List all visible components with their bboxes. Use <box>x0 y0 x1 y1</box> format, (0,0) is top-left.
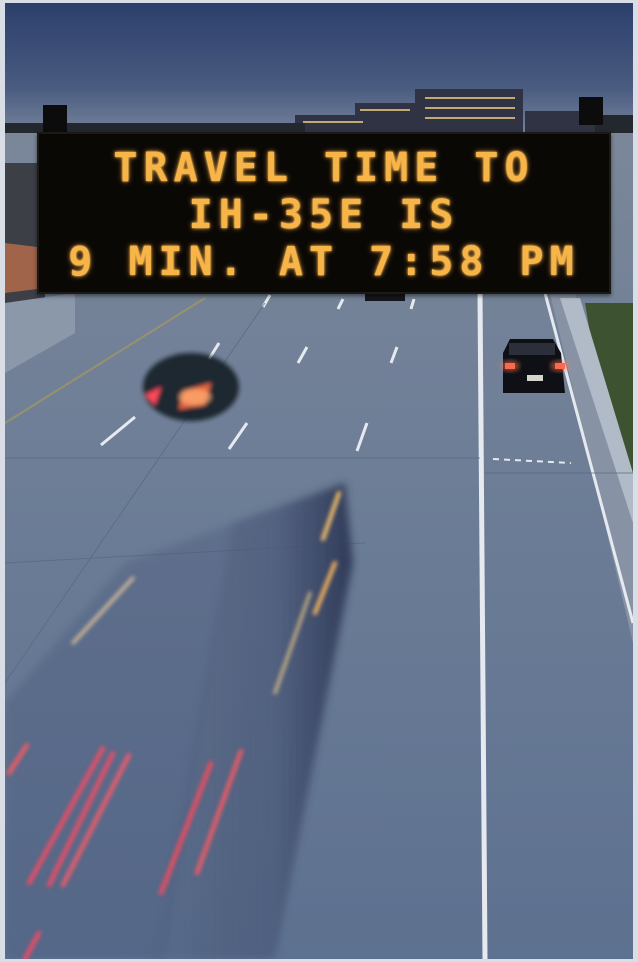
highway-photo: TRAVEL TIME TO IH-35E IS 9 MIN. AT 7:58 … <box>5 3 633 959</box>
sign-line-2: IH-35E IS <box>188 192 460 238</box>
sign-line-1: TRAVEL TIME TO <box>113 145 535 191</box>
gantry-post-left <box>43 105 67 133</box>
blurred-car-left <box>143 353 239 421</box>
sign-line-3: 9 MIN. AT 7:58 PM <box>68 239 580 285</box>
gantry-post-right <box>579 97 603 125</box>
dynamic-message-sign: TRAVEL TIME TO IH-35E IS 9 MIN. AT 7:58 … <box>37 132 611 294</box>
